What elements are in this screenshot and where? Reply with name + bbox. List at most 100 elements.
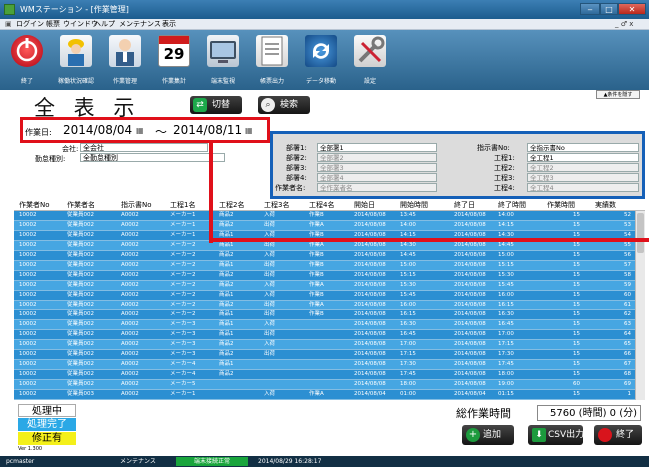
col-worker-no[interactable]: 作業者No	[19, 200, 50, 211]
col-process3[interactable]: 工程3名	[264, 200, 289, 211]
table-row[interactable]: 10002 従業員002 A0002 メーカー1 商品2 入荷 作業B 2014/08/08 1…	[14, 211, 635, 221]
toolbar-status-button[interactable]: 稼働状況確認	[56, 33, 96, 85]
table-cell: 17:45	[498, 361, 514, 368]
table-row[interactable]: 10002 従業員002 A0002 メーカー2 商品1 出荷 作業B 2014/08/08 1…	[14, 260, 635, 271]
toolbar-terminal-monitor-button[interactable]: 端末監視	[203, 33, 243, 85]
close-button[interactable]: ✕	[618, 3, 646, 15]
table-cell: メーカー3	[170, 351, 196, 358]
toolbar-data-move-button[interactable]: データ移動	[301, 33, 341, 85]
col-start-date[interactable]: 開始日	[354, 200, 375, 211]
table-row[interactable]: 10002 従業員002 A0002 メーカー3 商品1 出荷 2014/08/08 16:4…	[14, 330, 635, 341]
process3-select[interactable]: 全工程3	[527, 173, 639, 182]
table-cell: 17:45	[400, 371, 416, 378]
status-bar: pcmaster メンテナンス 端末接続正常 2014/08/29 16:28:…	[0, 456, 649, 467]
table-cell: 2014/08/08	[354, 331, 386, 338]
col-count[interactable]: 実績数	[595, 200, 616, 211]
minimize-button[interactable]: ‒	[580, 3, 600, 15]
table-row[interactable]: 10002 従業員002 A0002 メーカー2 商品1 出荷 作業A 2014/08/08 1…	[14, 240, 635, 251]
table-row[interactable]: 10002 従業員002 A0002 メーカー1 商品2 出荷 作業A 2014/08/08 1…	[14, 220, 635, 231]
table-cell: 商品1	[219, 361, 234, 368]
table-cell: 商品1	[219, 311, 234, 318]
menu-maintenance[interactable]: メンテナンス	[119, 19, 161, 30]
menu-window[interactable]: ウインドウ	[63, 19, 98, 30]
date-from-calendar-icon[interactable]: ▦	[136, 126, 144, 135]
date-label: 作業日:	[25, 128, 52, 137]
menu-view[interactable]: 表示	[162, 19, 176, 30]
table-cell: メーカー1	[170, 221, 196, 228]
table-cell: 2014/08/08	[354, 261, 386, 268]
menu-login[interactable]: ログイン	[16, 19, 44, 30]
switch-button[interactable]: ⇄ 切替	[190, 96, 242, 114]
col-end-time[interactable]: 終了時間	[498, 200, 526, 211]
table-cell: A0002	[121, 281, 139, 288]
process1-select[interactable]: 全工程1	[527, 153, 639, 162]
exit-button[interactable]: 終了	[594, 425, 642, 445]
table-cell: A0002	[121, 351, 139, 358]
menu-report[interactable]: 帳票	[46, 19, 60, 30]
dept1-select[interactable]: 全部署1	[317, 143, 437, 152]
table-row[interactable]: 10002 従業員002 A0002 メーカー2 商品2 入荷 作業B 2014/08/08 1…	[14, 250, 635, 261]
col-work-time[interactable]: 作業時間	[547, 200, 575, 211]
table-cell: 16:00	[400, 301, 416, 308]
menu-doc-icon: ▣	[5, 20, 12, 28]
col-process2[interactable]: 工程2名	[219, 200, 244, 211]
table-cell: 2014/08/08	[354, 301, 386, 308]
table-row[interactable]: 10002 従業員002 A0002 メーカー2 商品2 入荷 作業A 2014/08/08 1…	[14, 280, 635, 291]
legend-done: 処理完了	[18, 418, 76, 431]
csv-export-button[interactable]: ⬇ CSV出力	[528, 425, 584, 445]
toolbar-exit-button[interactable]: 終了	[7, 33, 47, 85]
table-cell: 2014/08/08	[354, 241, 386, 248]
table-cell: 10002	[19, 361, 37, 368]
table-row[interactable]: 10002 従業員002 A0002 メーカー2 商品1 出荷 作業B 2014/08/08 1…	[14, 310, 635, 321]
col-process1[interactable]: 工程1名	[170, 200, 195, 211]
table-row[interactable]: 10002 従業員002 A0002 メーカー3 商品2 出荷 2014/08/08 17:1…	[14, 350, 635, 361]
scrollbar-thumb[interactable]	[637, 213, 644, 253]
table-row[interactable]: 10002 従業員002 A0002 メーカー2 商品1 入荷 作業B 2014/08/08 1…	[14, 290, 635, 301]
col-worker-name[interactable]: 作業者名	[67, 200, 95, 211]
toolbar-report-output-button[interactable]: 帳票出力	[252, 33, 292, 85]
dept2-select[interactable]: 全部署2	[317, 153, 437, 162]
toolbar-work-management-button[interactable]: 作業管理	[105, 33, 145, 85]
add-button[interactable]: + 追加	[462, 425, 514, 445]
toolbar-summary-button[interactable]: 29 作業集計	[154, 33, 194, 85]
table-row[interactable]: 10002 従業員002 A0002 メーカー5 2014/08/08 18:00 2014…	[14, 380, 635, 391]
table-row[interactable]: 10002 従業員002 A0002 メーカー4 商品1 2014/08/08 17:30 2…	[14, 360, 635, 371]
process4-select[interactable]: 全工程4	[527, 183, 639, 192]
table-cell: 15:00	[400, 261, 416, 268]
table-row[interactable]: 10002 従業員002 A0002 メーカー2 商品2 出荷 作業A 2014/08/08 1…	[14, 300, 635, 311]
table-cell: 58	[624, 271, 631, 278]
table-row[interactable]: 10002 従業員003 A0002 メーカー1 入荷 作業A 2014/08/04 01:0…	[14, 390, 635, 400]
worktype-select[interactable]: 全勤怠種別	[80, 153, 225, 162]
order-select[interactable]: 全指示書No	[527, 143, 639, 152]
table-cell: 15	[573, 251, 580, 258]
dept3-select[interactable]: 全部署3	[317, 163, 437, 172]
toolbar-settings-button[interactable]: 設定	[350, 33, 390, 85]
search-button[interactable]: ⌕ 検索	[258, 96, 310, 114]
company-select[interactable]: 全会社	[80, 143, 208, 152]
date-from-input[interactable]: 2014/08/04	[63, 123, 132, 137]
date-to-input[interactable]: 2014/08/11	[173, 123, 242, 137]
col-process4[interactable]: 工程4名	[309, 200, 334, 211]
table-row[interactable]: 10002 従業員002 A0002 メーカー3 商品2 入荷 2014/08/08 17:0…	[14, 340, 635, 351]
col-order-no[interactable]: 指示書No	[121, 200, 152, 211]
process2-select[interactable]: 全工程2	[527, 163, 639, 172]
table-cell: 55	[624, 241, 631, 248]
table-row[interactable]: 10002 従業員002 A0002 メーカー4 商品2 2014/08/08 17:45 2…	[14, 370, 635, 381]
table-cell: A0002	[121, 331, 139, 338]
worker-select[interactable]: 全作業者名	[317, 183, 437, 192]
mdi-controls[interactable]: _ ♂ x	[615, 19, 633, 30]
table-cell: 従業員002	[67, 351, 94, 358]
maximize-button[interactable]: □	[600, 3, 618, 15]
dept4-select[interactable]: 全部署4	[317, 173, 437, 182]
col-end-date[interactable]: 終了日	[454, 200, 475, 211]
col-start-time[interactable]: 開始時間	[400, 200, 428, 211]
table-cell: A0002	[121, 251, 139, 258]
table-row[interactable]: 10002 従業員002 A0002 メーカー2 商品2 出荷 作業B 2014/08/08 1…	[14, 270, 635, 281]
table-cell: 2014/08/08	[354, 221, 386, 228]
hide-conditions-button[interactable]: ▲条件を隠す	[596, 90, 640, 99]
table-cell: 商品1	[219, 241, 234, 248]
table-cell: 作業A	[309, 391, 324, 398]
menu-help[interactable]: ヘルプ	[94, 19, 115, 30]
table-row[interactable]: 10002 従業員002 A0002 メーカー3 商品1 入荷 2014/08/08 16:3…	[14, 320, 635, 331]
date-to-calendar-icon[interactable]: ▦	[245, 126, 253, 135]
